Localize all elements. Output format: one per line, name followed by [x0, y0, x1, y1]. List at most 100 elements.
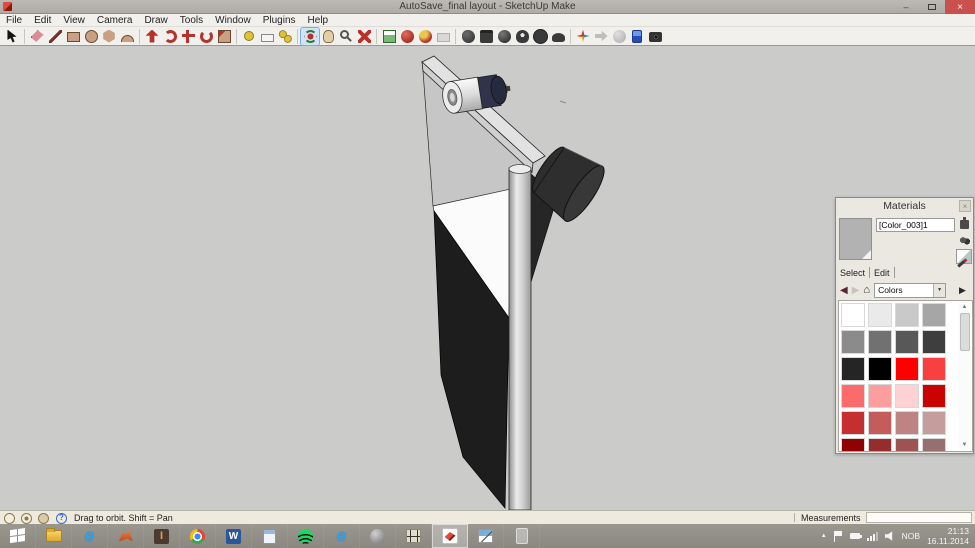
help-icon[interactable]: ?	[56, 513, 67, 524]
push-pull-icon[interactable]	[143, 28, 161, 45]
color-swatch[interactable]	[841, 330, 865, 354]
taskbar-steam-button[interactable]	[360, 524, 396, 548]
taskbar-image-editor-button[interactable]	[468, 524, 504, 548]
menu-plugins[interactable]: Plugins	[257, 15, 302, 26]
paint-options-button[interactable]	[958, 234, 971, 247]
taskbar-internet-explorer-button[interactable]: e	[72, 524, 108, 548]
color-swatch[interactable]	[895, 384, 919, 408]
tray-show-hidden-icon[interactable]: ▲	[821, 533, 827, 539]
color-swatch[interactable]	[895, 303, 919, 327]
printer-icon[interactable]	[434, 28, 452, 45]
zoom-icon[interactable]	[337, 28, 355, 45]
color-swatch[interactable]	[868, 303, 892, 327]
menu-view[interactable]: View	[57, 15, 91, 26]
taskbar-calculator-button[interactable]	[252, 524, 288, 548]
clock[interactable]: 21:13 16.11.2014	[927, 526, 969, 546]
details-arrow-icon[interactable]: ▶	[956, 284, 969, 297]
minimize-button[interactable]: –	[893, 0, 919, 14]
color-swatch[interactable]	[841, 438, 865, 452]
render-ball-icon[interactable]	[398, 28, 416, 45]
taskbar-inventor-button[interactable]: I	[144, 524, 180, 548]
sphere-icon[interactable]	[495, 28, 513, 45]
color-swatch[interactable]	[895, 411, 919, 435]
polygon-icon[interactable]	[100, 28, 118, 45]
menu-camera[interactable]: Camera	[91, 15, 139, 26]
move-icon[interactable]	[179, 28, 197, 45]
chest-icon[interactable]	[477, 28, 495, 45]
taskbar-ltspice-button[interactable]	[396, 524, 432, 548]
bulb-icon[interactable]	[513, 28, 531, 45]
color-swatch[interactable]	[868, 330, 892, 354]
orbit-icon[interactable]	[301, 28, 319, 45]
menu-help[interactable]: Help	[302, 15, 335, 26]
color-swatch[interactable]	[841, 411, 865, 435]
blue-card-icon[interactable]	[628, 28, 646, 45]
material-preview-swatch[interactable]	[839, 218, 872, 260]
sphere-disabled-icon[interactable]	[610, 28, 628, 45]
tab-edit[interactable]: Edit	[874, 268, 890, 278]
sample-paint-eyedropper-icon[interactable]	[957, 264, 969, 276]
materials-window-icon[interactable]	[380, 28, 398, 45]
menu-file[interactable]: File	[0, 15, 28, 26]
color-swatch[interactable]	[922, 330, 946, 354]
taskbar-internet-explorer-2-button[interactable]: e	[324, 524, 360, 548]
taskbar-sketchup-button[interactable]	[432, 524, 468, 548]
network-signal-icon[interactable]	[867, 532, 878, 541]
scroll-down-icon[interactable]: ▼	[958, 440, 971, 450]
close-button[interactable]: ×	[945, 0, 975, 14]
menu-edit[interactable]: Edit	[28, 15, 57, 26]
signin-icon[interactable]	[38, 513, 49, 524]
language-indicator[interactable]: NOB	[902, 531, 920, 541]
measurements-input[interactable]	[866, 512, 972, 523]
export-arrow-icon[interactable]	[592, 28, 610, 45]
color-swatch[interactable]	[895, 357, 919, 381]
camera-icon[interactable]	[646, 28, 664, 45]
taskbar-matlab-button[interactable]	[108, 524, 144, 548]
create-material-button[interactable]	[958, 218, 971, 231]
dimensions-icon[interactable]	[258, 28, 276, 45]
keys-icon[interactable]	[276, 28, 294, 45]
color-swatch[interactable]	[922, 384, 946, 408]
color-swatch[interactable]	[868, 357, 892, 381]
menu-tools[interactable]: Tools	[174, 15, 209, 26]
color-swatch[interactable]	[922, 303, 946, 327]
action-center-flag-icon[interactable]	[834, 531, 843, 542]
maximize-button[interactable]	[919, 0, 945, 14]
forward-arrow-icon[interactable]: ▶	[852, 285, 860, 296]
color-swatch[interactable]	[895, 438, 919, 452]
circle-icon[interactable]	[82, 28, 100, 45]
pan-icon[interactable]	[319, 28, 337, 45]
eraser-icon[interactable]	[28, 28, 46, 45]
credit-icon[interactable]	[21, 513, 32, 524]
dropdown-arrow-icon[interactable]: ▼	[933, 284, 945, 297]
viewport-canvas[interactable]	[0, 46, 975, 510]
power-icon[interactable]	[850, 533, 860, 539]
color-swatch[interactable]	[922, 438, 946, 452]
material-name-input[interactable]	[876, 218, 955, 232]
color-swatch[interactable]	[841, 384, 865, 408]
gear-icon[interactable]	[531, 28, 549, 45]
color-list-scrollbar[interactable]: ▲ ▼	[958, 302, 971, 450]
color-swatch[interactable]	[841, 303, 865, 327]
color-star-icon[interactable]	[574, 28, 592, 45]
collection-dropdown[interactable]: Colors ▼	[874, 283, 946, 298]
follow-me-icon[interactable]	[161, 28, 179, 45]
color-swatch[interactable]	[841, 357, 865, 381]
taskbar-chrome-button[interactable]	[180, 524, 216, 548]
materials-close-button[interactable]: ×	[959, 200, 971, 212]
taskbar-spotify-button[interactable]	[288, 524, 324, 548]
scrollbar-thumb[interactable]	[960, 313, 970, 351]
menu-draw[interactable]: Draw	[138, 15, 173, 26]
color-swatch[interactable]	[868, 438, 892, 452]
render-options-icon[interactable]	[416, 28, 434, 45]
geolocation-icon[interactable]	[4, 513, 15, 524]
speaker-icon[interactable]	[885, 531, 895, 541]
rectangle-icon[interactable]	[64, 28, 82, 45]
taskbar-start-button[interactable]	[0, 524, 36, 548]
menu-window[interactable]: Window	[209, 15, 257, 26]
arc-icon[interactable]	[118, 28, 136, 45]
shell-icon[interactable]	[549, 28, 567, 45]
line-icon[interactable]	[46, 28, 64, 45]
tape-measure-icon[interactable]	[240, 28, 258, 45]
taskbar-word-button[interactable]: W	[216, 524, 252, 548]
